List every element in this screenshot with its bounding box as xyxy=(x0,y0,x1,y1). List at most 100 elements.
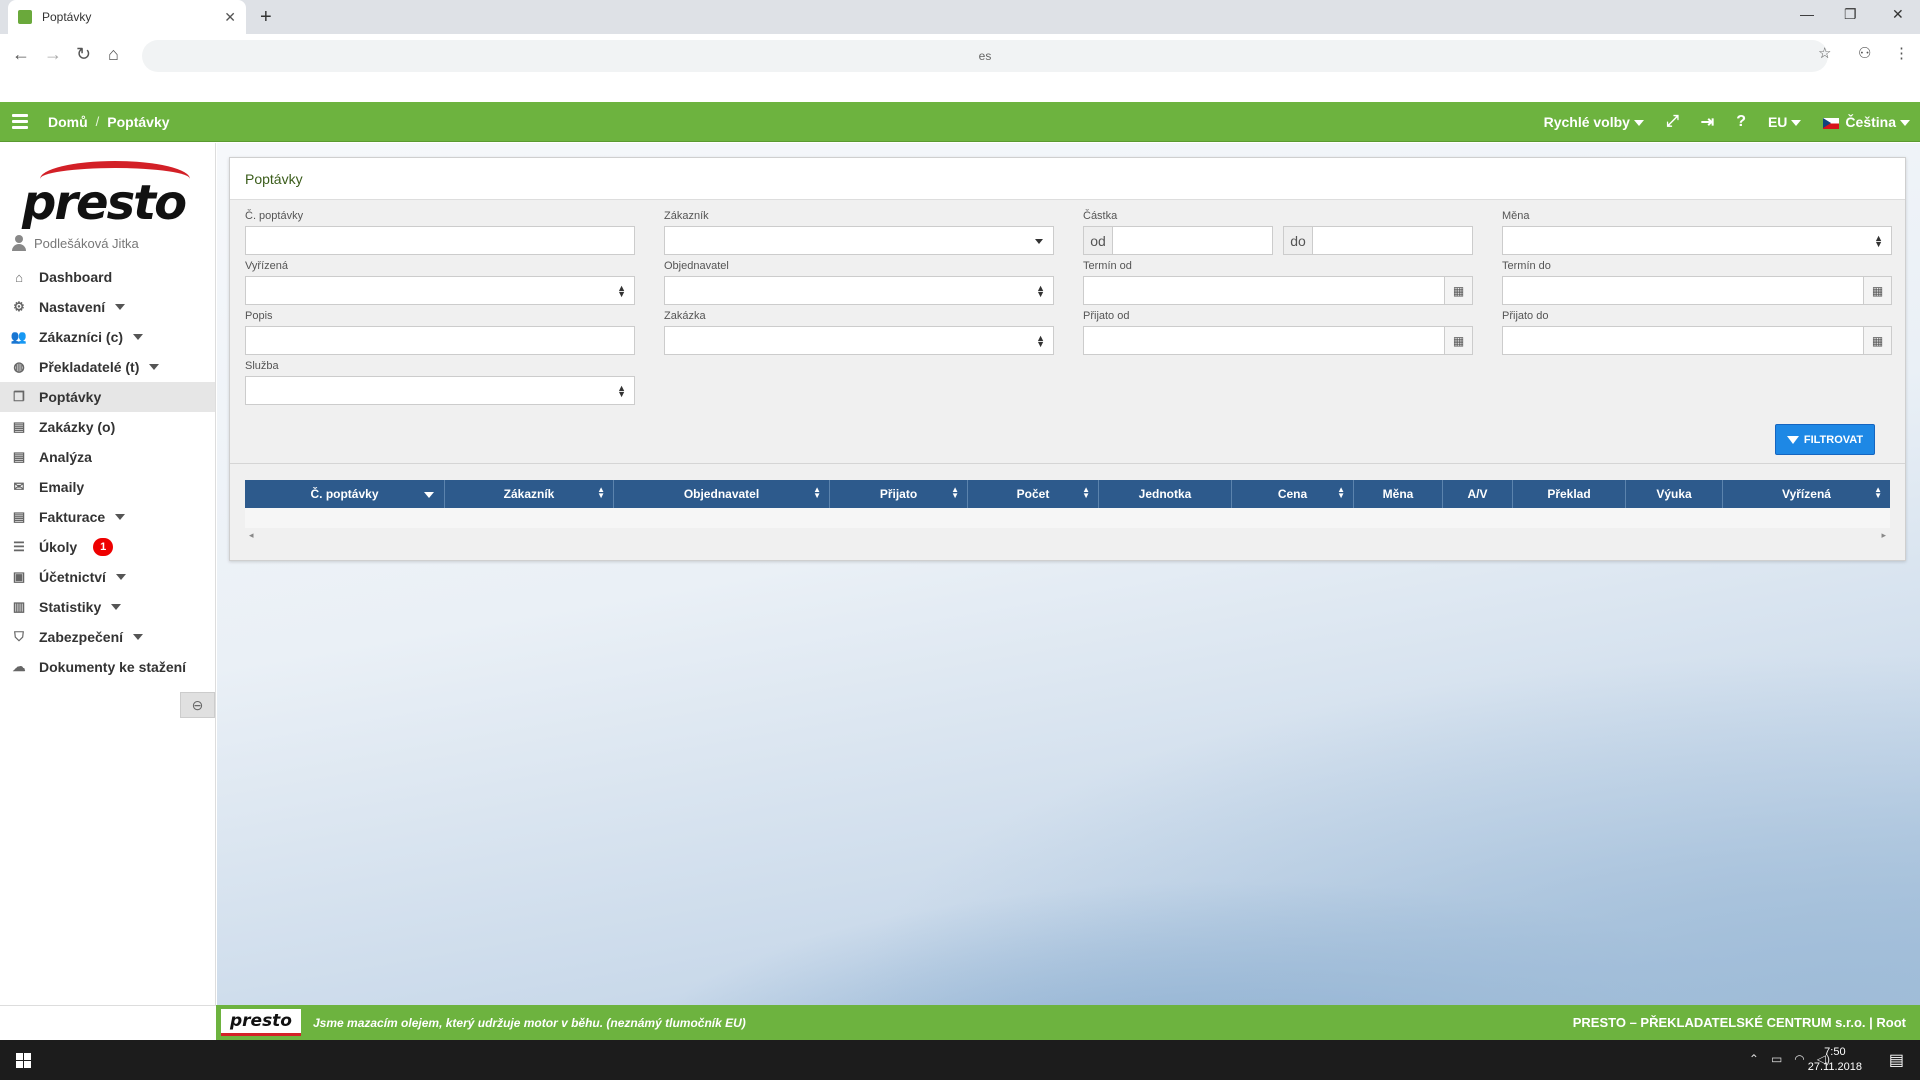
column-header[interactable]: Počet ▲ ▼ xyxy=(968,480,1099,508)
column-header-label: Vyřízená xyxy=(1782,487,1831,501)
deadline-from-input[interactable]: ▦ xyxy=(1083,276,1473,305)
footer-message: Jsme mazacím olejem, který udržuje motor… xyxy=(313,1015,746,1030)
filter-amount: Částka od do xyxy=(1083,210,1473,255)
inquiry-no-input[interactable] xyxy=(245,226,635,255)
sidebar-item-label: Analýza xyxy=(39,449,92,465)
currency-select[interactable]: ▲ ▼ xyxy=(1502,226,1892,255)
sidebar-item[interactable]: 👥 Zákazníci (c) xyxy=(0,322,215,352)
logout-icon[interactable]: ⇥ xyxy=(1701,112,1714,132)
chevron-down-icon xyxy=(1035,239,1043,244)
new-tab-button[interactable]: + xyxy=(260,6,272,29)
description-input[interactable] xyxy=(245,326,635,355)
column-header[interactable]: A/V xyxy=(1443,480,1513,508)
column-header[interactable]: Přijato ▲ ▼ xyxy=(830,480,968,508)
notifications-icon[interactable]: ▤ xyxy=(1889,1050,1904,1070)
column-header-label: Překlad xyxy=(1547,487,1591,501)
sidebar-item[interactable]: ▤ Zakázky (o) xyxy=(0,412,215,442)
chevron-up-icon[interactable]: ⌃ xyxy=(1749,1052,1759,1066)
chevron-down-icon xyxy=(1791,120,1802,127)
maximize-button[interactable]: ❐ xyxy=(1844,6,1857,23)
home-icon[interactable]: ⌂ xyxy=(108,44,119,65)
fullscreen-icon[interactable]: ⤢ xyxy=(1666,113,1679,131)
column-header-label: Zákazník xyxy=(503,487,555,501)
calendar-icon[interactable]: ▦ xyxy=(1444,277,1472,304)
sidebar-item[interactable]: ◍ Překladatelé (t) xyxy=(0,352,215,382)
browser-tab[interactable]: Poptávky ✕ xyxy=(8,0,246,34)
bookmark-star-icon[interactable]: ☆ xyxy=(1818,44,1831,62)
column-header[interactable]: Překlad xyxy=(1513,480,1626,508)
sidebar-item[interactable]: ☰ Úkoly 1 xyxy=(0,532,215,562)
column-header[interactable]: Č. poptávky xyxy=(245,480,445,508)
column-header[interactable]: Vyřízená ▲ ▼ xyxy=(1723,480,1890,508)
forward-icon[interactable]: → xyxy=(44,44,62,65)
header-right-controls: Rychlé volby ⤢ ⇥ ? EU Čeština xyxy=(1544,102,1910,142)
column-header[interactable]: Zákazník ▲ ▼ xyxy=(445,480,614,508)
presto-logo[interactable]: presto xyxy=(20,157,190,231)
column-header-label: Cena xyxy=(1277,487,1308,501)
sidebar-item-label: Statistiky xyxy=(39,599,102,615)
calendar-icon[interactable]: ▦ xyxy=(1444,327,1472,354)
sidebar-item[interactable]: ⌂ Dashboard xyxy=(0,262,215,292)
battery-icon[interactable]: ▭ xyxy=(1771,1052,1782,1066)
sidebar-item[interactable]: ✉ Emaily xyxy=(0,472,215,502)
sidebar-item-label: Poptávky xyxy=(39,389,102,405)
column-header[interactable]: Objednavatel ▲ ▼ xyxy=(614,480,830,508)
amount-to-input[interactable] xyxy=(1313,226,1473,255)
breadcrumb-current[interactable]: Poptávky xyxy=(107,114,169,130)
amount-range: od do xyxy=(1083,226,1473,255)
sidebar-item[interactable]: ▤ Analýza xyxy=(0,442,215,472)
quick-options-label: Rychlé volby xyxy=(1543,114,1630,130)
help-icon[interactable]: ? xyxy=(1736,113,1746,131)
scroll-right-icon[interactable]: ▸ xyxy=(1881,530,1886,541)
sidebar-item[interactable]: ▤ Fakturace xyxy=(0,502,215,532)
service-select[interactable]: ▲ ▼ xyxy=(245,376,635,405)
order-select[interactable]: ▲ ▼ xyxy=(664,326,1054,355)
sidebar-item-label: Dokumenty ke stažení xyxy=(39,659,187,675)
filter-received-to-label: Přijato do xyxy=(1502,310,1549,322)
sidebar-item[interactable]: ☁ Dokumenty ke stažení xyxy=(0,652,215,682)
windows-taskbar: ⌃ ▭ ◠ ◁) 7:50 27.11.2018 ▤ xyxy=(0,1040,1920,1080)
book-icon: ▤ xyxy=(12,419,26,434)
resolved-select[interactable]: ▲ ▼ xyxy=(245,276,635,305)
orderer-select[interactable]: ▲ ▼ xyxy=(664,276,1054,305)
deadline-to-input[interactable]: ▦ xyxy=(1502,276,1892,305)
windows-start-icon[interactable] xyxy=(16,1053,31,1068)
sidebar-item[interactable]: ▣ Účetnictví xyxy=(0,562,215,592)
customer-select[interactable] xyxy=(664,226,1054,255)
region-label: EU xyxy=(1767,114,1788,130)
received-to-input[interactable]: ▦ xyxy=(1502,326,1892,355)
close-window-button[interactable]: ✕ xyxy=(1892,6,1904,23)
quick-options-menu[interactable]: Rychlé volby xyxy=(1544,114,1644,130)
region-menu[interactable]: EU xyxy=(1767,114,1802,130)
reload-icon[interactable]: ↻ xyxy=(76,44,91,65)
back-icon[interactable]: ← xyxy=(12,44,30,65)
sidebar-item[interactable]: ❐ Poptávky xyxy=(0,382,215,412)
clock[interactable]: 7:50 27.11.2018 xyxy=(1808,1045,1862,1075)
collapse-sidebar-button[interactable]: ⊖ xyxy=(180,692,215,718)
current-user[interactable]: Podlešáková Jitka xyxy=(12,235,139,251)
address-bar[interactable]: es xyxy=(142,40,1828,72)
hamburger-menu-icon[interactable] xyxy=(12,114,28,129)
sidebar-item[interactable]: ⛉ Zabezpečení xyxy=(0,622,215,652)
language-menu[interactable]: Čeština xyxy=(1823,114,1910,130)
calendar-icon[interactable]: ▦ xyxy=(1863,327,1891,354)
sidebar-item[interactable]: ⚙ Nastavení xyxy=(0,292,215,322)
calendar-icon[interactable]: ▦ xyxy=(1863,277,1891,304)
breadcrumb-home[interactable]: Domů xyxy=(48,114,88,130)
close-tab-icon[interactable]: ✕ xyxy=(224,9,236,26)
column-header[interactable]: Cena ▲ ▼ xyxy=(1232,480,1354,508)
filter-button[interactable]: FILTROVAT xyxy=(1775,424,1875,455)
received-from-input[interactable]: ▦ xyxy=(1083,326,1473,355)
column-header[interactable]: Výuka xyxy=(1626,480,1723,508)
horizontal-scrollbar[interactable]: ◂ ▸ xyxy=(245,528,1890,542)
column-header[interactable]: Měna xyxy=(1354,480,1443,508)
column-header[interactable]: Jednotka xyxy=(1099,480,1232,508)
scroll-left-icon[interactable]: ◂ xyxy=(249,530,254,541)
extension-icon[interactable]: ⚇ xyxy=(1858,44,1871,62)
filter-currency: Měna ▲ ▼ xyxy=(1502,210,1892,255)
wifi-icon[interactable]: ◠ xyxy=(1794,1052,1804,1066)
amount-from-input[interactable] xyxy=(1113,226,1273,255)
sidebar-item[interactable]: ▥ Statistiky xyxy=(0,592,215,622)
menu-dots-icon[interactable]: ⋮ xyxy=(1894,44,1909,62)
minimize-button[interactable]: — xyxy=(1800,6,1814,22)
